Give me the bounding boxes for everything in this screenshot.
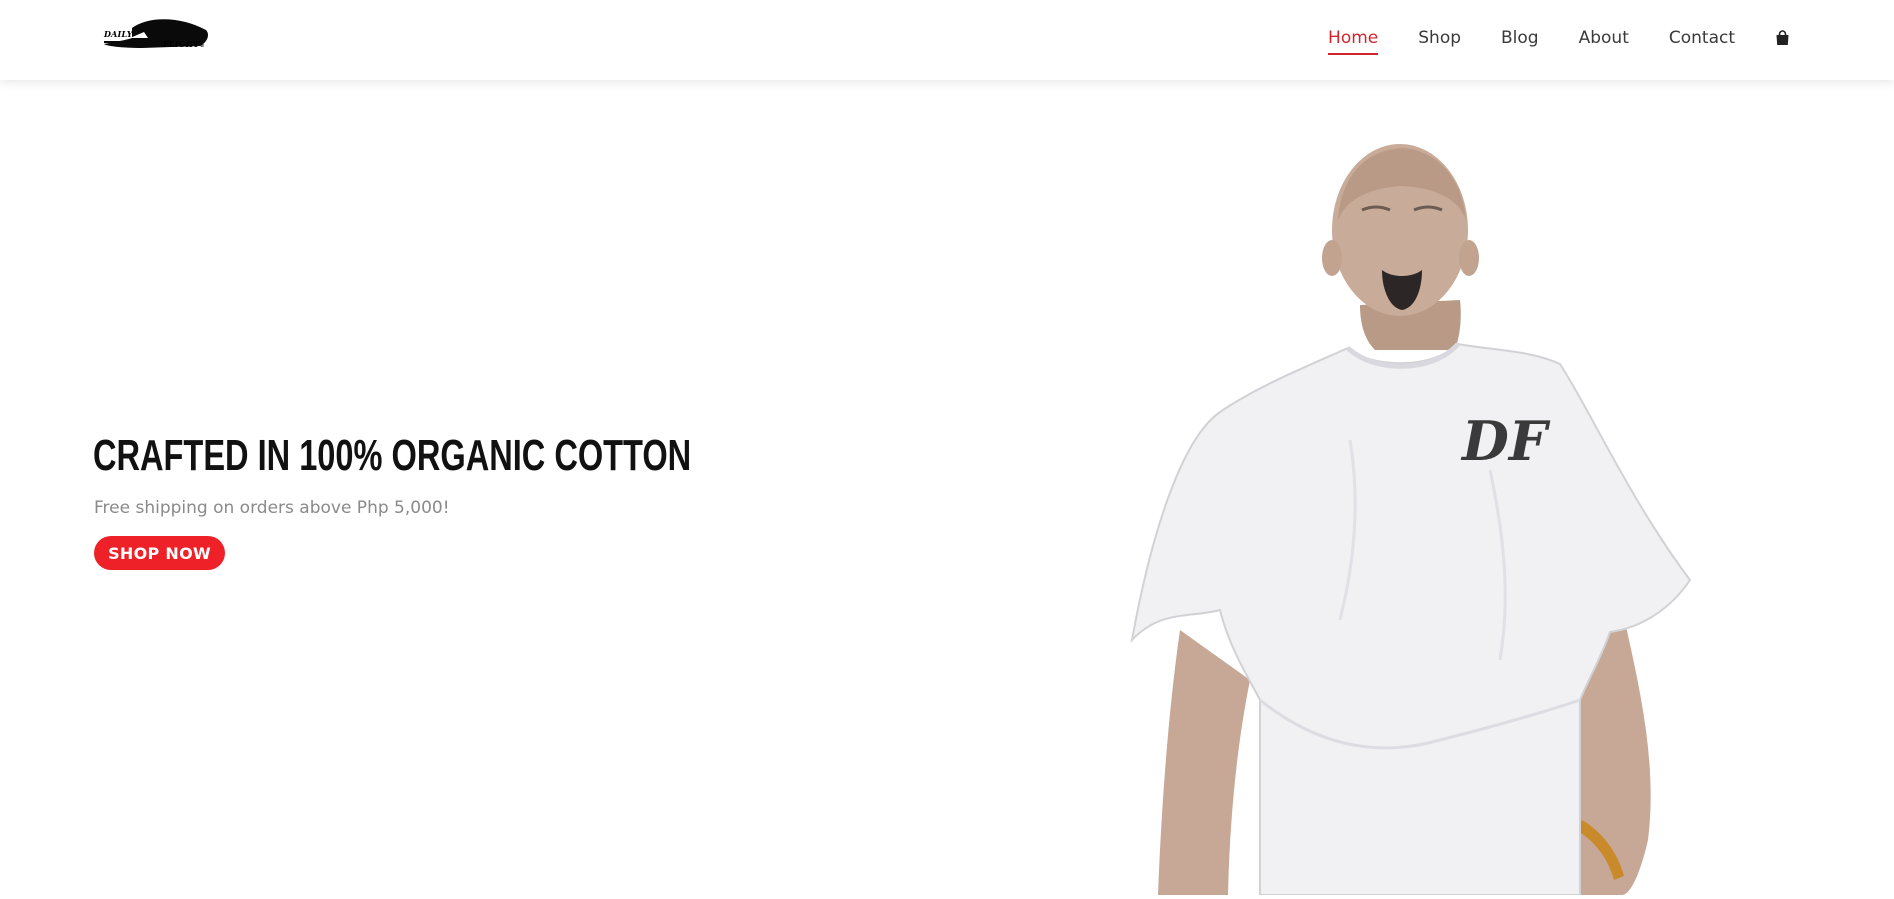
shopping-bag-icon[interactable] [1775, 30, 1790, 46]
svg-text:DF: DF [1460, 409, 1551, 473]
hero-title: CRAFTED IN 100% ORGANIC COTTON [93, 431, 692, 480]
nav-about[interactable]: About [1579, 24, 1629, 55]
nav-contact[interactable]: Contact [1669, 24, 1735, 55]
nav-blog[interactable]: Blog [1501, 24, 1539, 55]
logo-text-flight: FLIGHT® [163, 39, 205, 49]
hero-model-image: DF [1110, 140, 1730, 896]
shop-now-button[interactable]: SHOP NOW [94, 536, 225, 570]
logo-text-daily: DAILY [104, 29, 133, 39]
nav-shop[interactable]: Shop [1418, 24, 1461, 55]
nav-home[interactable]: Home [1328, 24, 1379, 55]
daily-flight-logo[interactable]: DAILY FLIGHT® [102, 16, 212, 52]
site-header: DAILY FLIGHT® Home Shop Blog About Conta… [0, 0, 1894, 80]
hero-subtitle: Free shipping on orders above Php 5,000! [94, 498, 450, 518]
main-nav: Home Shop Blog About Contact [1288, 0, 1790, 78]
